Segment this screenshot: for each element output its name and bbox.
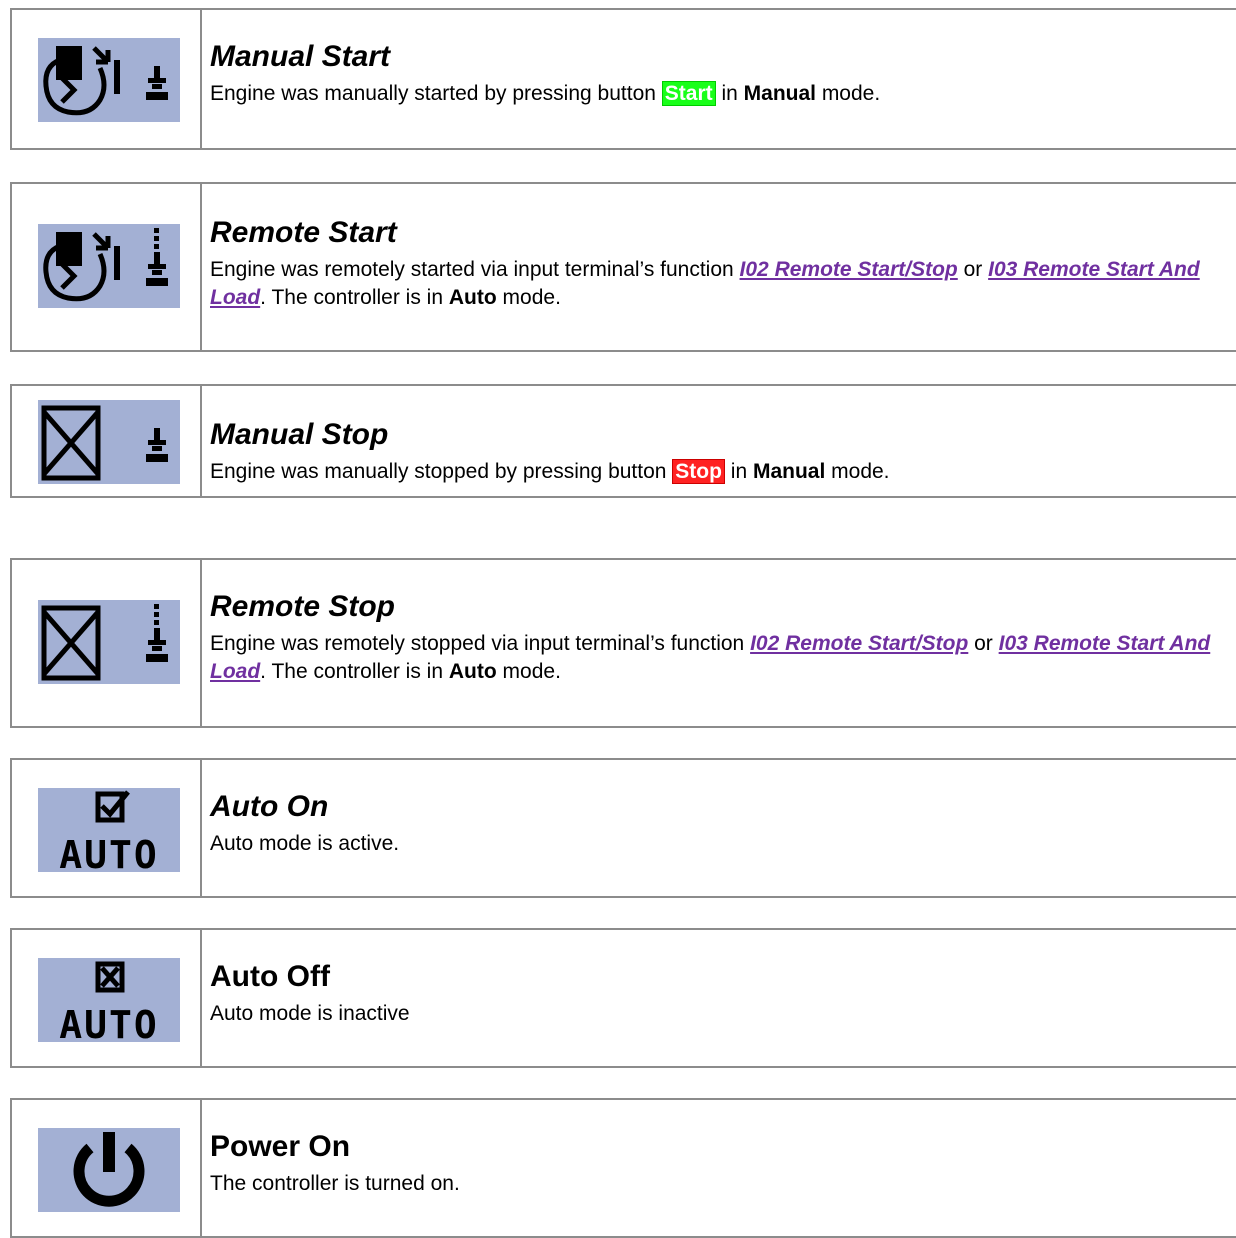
event-description: Auto mode is inactive xyxy=(210,1002,410,1025)
auto-label: AUTO xyxy=(59,1003,159,1042)
event-row-power-on: Power On The controller is turned on. xyxy=(10,1098,1236,1238)
event-title: Remote Stop xyxy=(210,590,396,623)
event-row-auto-off: AUTO Auto Off Auto mode is inactive xyxy=(10,928,1236,1068)
event-title: Remote Start xyxy=(210,216,397,249)
column-divider xyxy=(200,1100,202,1236)
auto-off-icon: AUTO xyxy=(38,958,180,1042)
event-description: Engine was remotely started via input te… xyxy=(210,258,1200,309)
event-description: Auto mode is active. xyxy=(210,832,400,855)
column-divider xyxy=(200,760,202,896)
column-divider xyxy=(200,560,202,726)
event-description: Engine was remotely stopped via input te… xyxy=(210,632,1211,683)
start-button-label: Start xyxy=(661,81,716,106)
event-row-manual-stop: Manual Stop Engine was manually stopped … xyxy=(10,384,1236,498)
stop-button-label: Stop xyxy=(672,459,725,484)
remote-start-icon xyxy=(38,224,180,308)
event-title: Manual Start xyxy=(210,40,391,73)
auto-on-icon: AUTO xyxy=(38,788,180,872)
event-description: Engine was manually stopped by pressing … xyxy=(210,459,890,484)
event-title: Auto On xyxy=(210,790,329,823)
auto-label: AUTO xyxy=(59,833,159,872)
event-title: Power On xyxy=(210,1130,351,1163)
event-title: Auto Off xyxy=(210,960,330,993)
event-description: The controller is turned on. xyxy=(210,1172,460,1195)
column-divider xyxy=(200,184,202,350)
manual-stop-icon xyxy=(38,400,180,484)
power-on-icon xyxy=(38,1128,180,1212)
column-divider xyxy=(200,386,202,496)
column-divider xyxy=(200,930,202,1066)
link-i02-remote-start-stop[interactable]: I02 Remote Start/Stop xyxy=(750,632,968,655)
remote-stop-icon xyxy=(38,600,180,684)
event-row-remote-start: Remote Start Engine was remotely started… xyxy=(10,182,1236,352)
event-row-manual-start: Manual Start Engine was manually started… xyxy=(10,8,1236,150)
link-i02-remote-start-stop[interactable]: I02 Remote Start/Stop xyxy=(740,258,958,281)
event-title: Manual Stop xyxy=(210,418,389,451)
column-divider xyxy=(200,10,202,148)
event-description: Engine was manually started by pressing … xyxy=(210,81,881,106)
manual-start-icon xyxy=(38,38,180,122)
event-row-auto-on: AUTO Auto On Auto mode is active. xyxy=(10,758,1236,898)
event-row-remote-stop: Remote Stop Engine was remotely stopped … xyxy=(10,558,1236,728)
